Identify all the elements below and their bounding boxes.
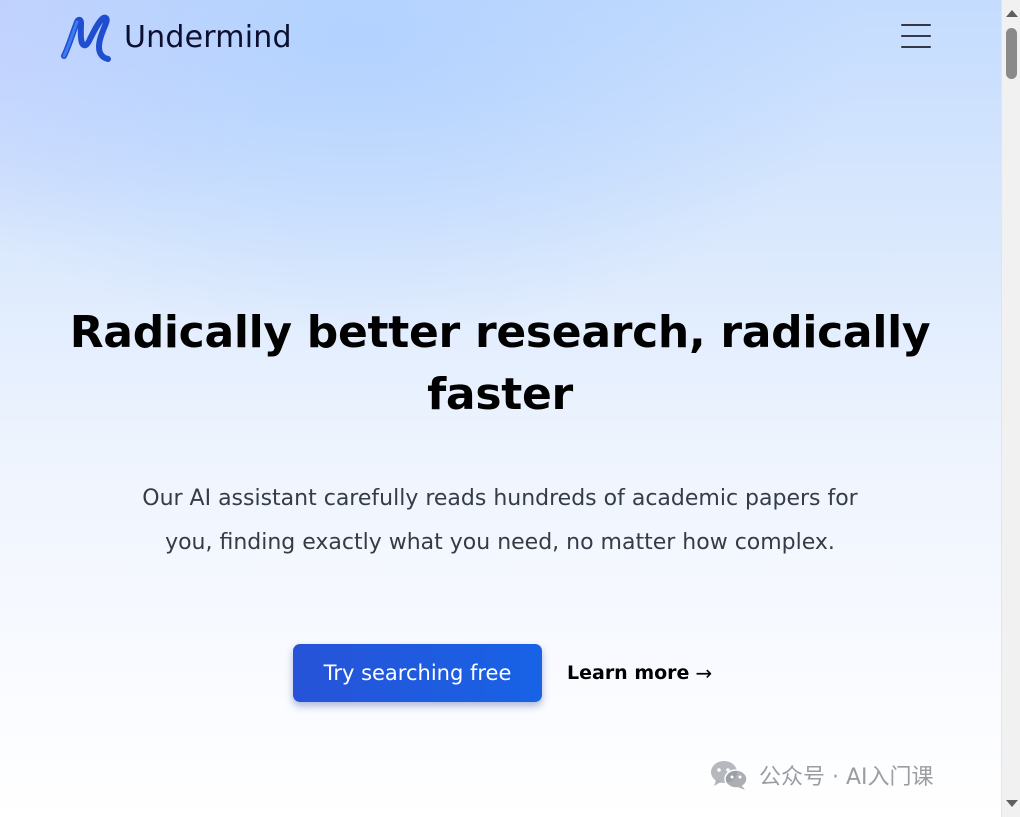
learn-more-label: Learn more: [567, 662, 690, 684]
hero-title: Radically better research, radically fas…: [69, 307, 931, 420]
hamburger-menu-icon-line-bottom: [901, 46, 931, 48]
brand-home-link[interactable]: Undermind: [60, 12, 292, 62]
hamburger-menu-button[interactable]: [897, 20, 935, 52]
brand-name: Undermind: [124, 19, 292, 55]
try-searching-free-label: Try searching free: [323, 661, 512, 685]
undermind-logo-icon: [61, 14, 111, 62]
scroll-up-arrow-icon[interactable]: [1006, 10, 1018, 17]
scroll-down-arrow-icon[interactable]: [1006, 800, 1018, 807]
watermark-text: 公众号 · AI入门课: [759, 765, 934, 790]
learn-more-link[interactable]: Learn more →: [567, 656, 712, 690]
wechat-icon: [711, 761, 748, 790]
arrow-right-icon: →: [695, 661, 713, 685]
hero-subtitle: Our AI assistant carefully reads hundred…: [142, 486, 858, 555]
vertical-scrollbar[interactable]: [1001, 0, 1020, 817]
browser-viewport: Undermind Radically better research, rad…: [0, 0, 1001, 817]
watermark: 公众号 · AI入门课: [709, 756, 934, 794]
page: Undermind Radically better research, rad…: [0, 0, 1020, 817]
scrollbar-thumb[interactable]: [1006, 28, 1017, 79]
hamburger-menu-icon-line-top: [901, 24, 931, 26]
try-searching-free-button[interactable]: Try searching free: [293, 644, 542, 702]
hamburger-menu-icon-line-middle: [901, 35, 931, 37]
